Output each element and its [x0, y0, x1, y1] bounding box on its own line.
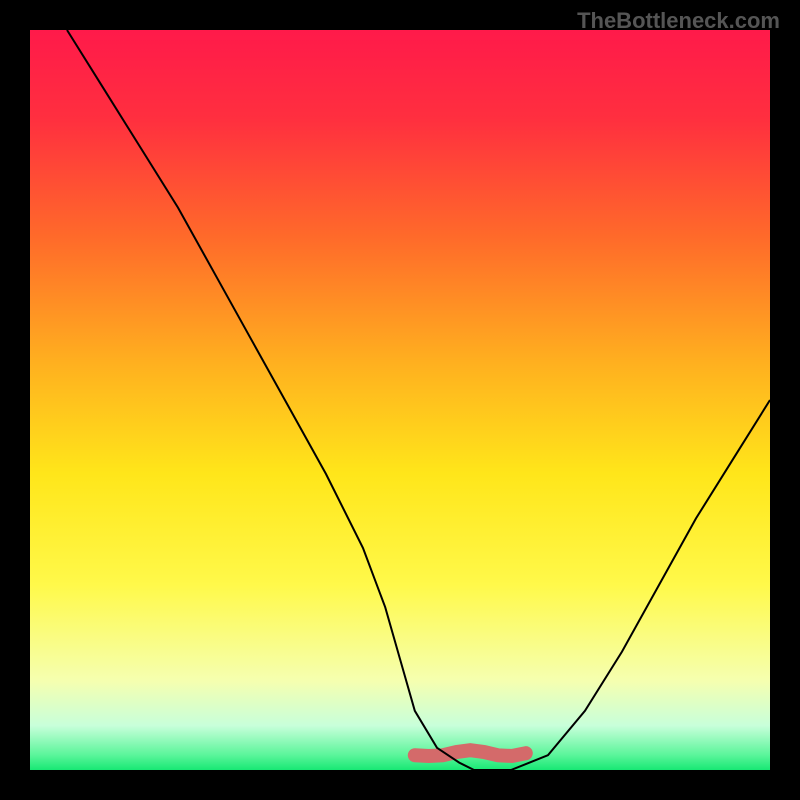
bottleneck-chart [0, 0, 800, 800]
watermark-text: TheBottleneck.com [577, 8, 780, 34]
chart-svg [0, 0, 800, 800]
bottom-marker [415, 750, 526, 756]
marker-end-dot [408, 749, 421, 762]
marker-end-dot [519, 747, 532, 760]
